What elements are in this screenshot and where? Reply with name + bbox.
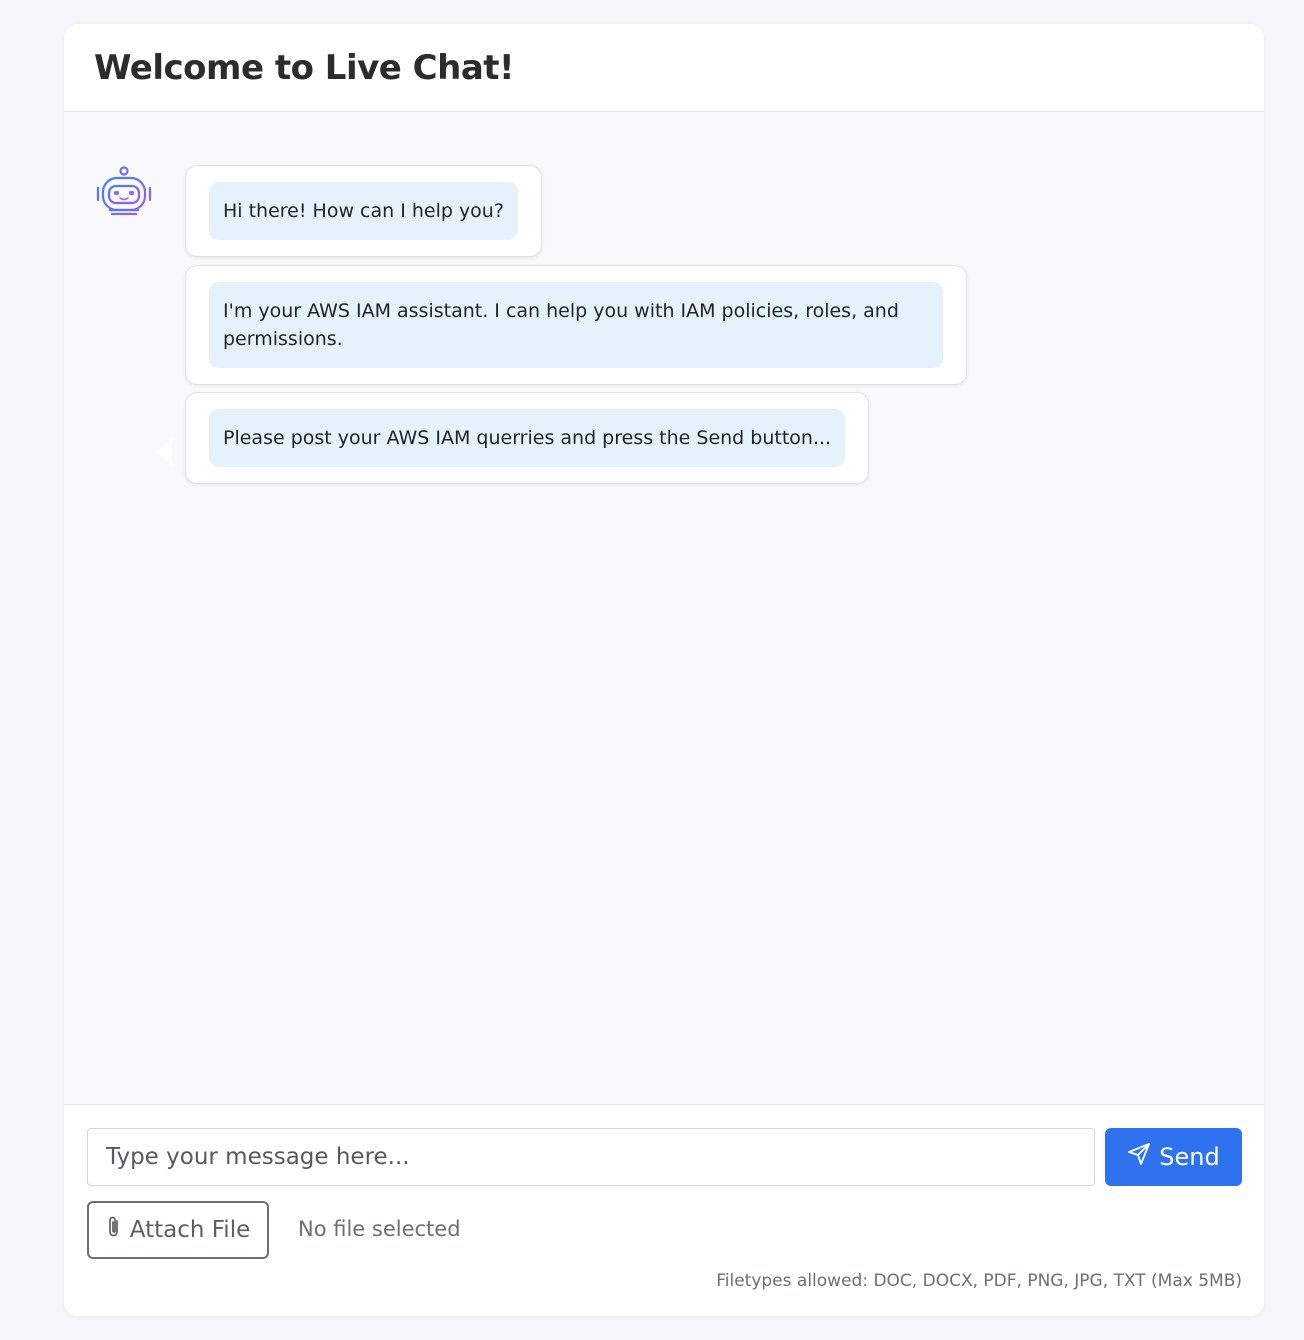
messages-area[interactable]: Hi there! How can I help you? I'm your A… [64,112,1264,1104]
message-composer: Send Attach File No file selected Filety… [64,1104,1264,1316]
message-input[interactable] [87,1128,1095,1186]
message-bubble: I'm your AWS IAM assistant. I can help y… [185,265,967,385]
paperclip-icon [106,1215,122,1245]
message-bubble: Please post your AWS IAM querries and pr… [185,392,870,484]
message-text: Hi there! How can I help you? [209,182,518,240]
chat-header: Welcome to Live Chat! [64,24,1264,112]
message-text: I'm your AWS IAM assistant. I can help y… [209,282,943,368]
page-title: Welcome to Live Chat! [94,47,515,88]
file-status: No file selected [298,1217,461,1241]
attach-file-button[interactable]: Attach File [87,1201,269,1259]
send-button-label: Send [1159,1143,1220,1171]
attach-file-label: Attach File [129,1217,251,1243]
bubble-pointer [156,438,172,466]
message-bubble: Hi there! How can I help you? [185,165,542,257]
robot-icon [94,164,154,224]
filetypes-note: Filetypes allowed: DOC, DOCX, PDF, PNG, … [716,1271,1242,1291]
send-button[interactable]: Send [1105,1128,1242,1186]
message-text: Please post your AWS IAM querries and pr… [209,409,846,467]
paper-plane-icon [1127,1142,1151,1172]
chat-window: Welcome to Live Chat! Hi there! How can … [64,24,1264,1316]
